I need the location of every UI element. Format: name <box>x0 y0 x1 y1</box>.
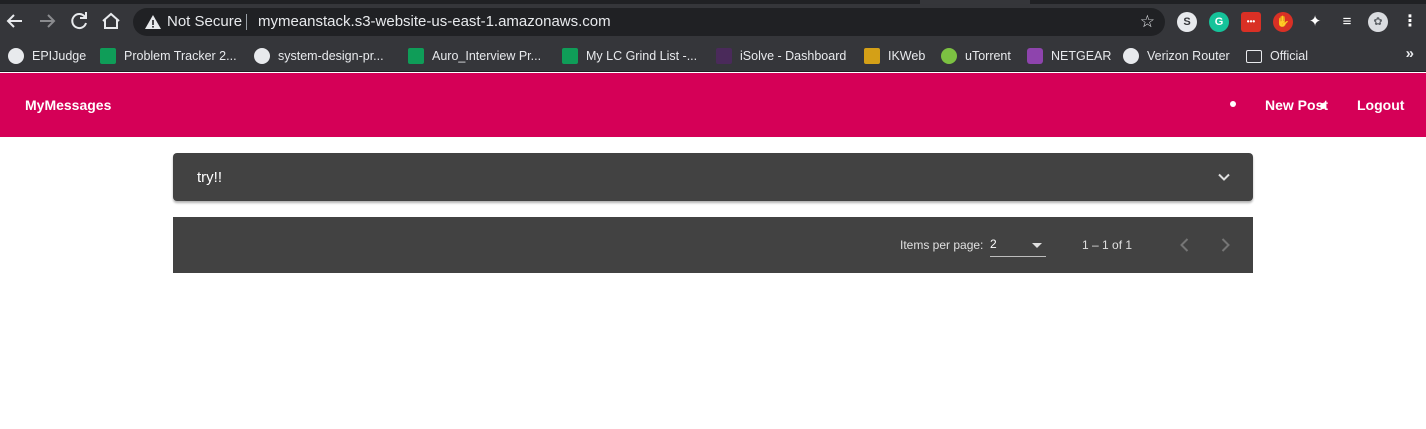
bookmark-verizon-router[interactable]: Verizon Router <box>1123 46 1230 66</box>
brand-title[interactable]: MyMessages <box>25 97 111 113</box>
app-toolbar: MyMessages New Post Logout <box>0 73 1426 137</box>
bookmark-label: Problem Tracker 2... <box>124 49 237 63</box>
utorrent-icon <box>941 48 957 64</box>
bookmark-label: EPIJudge <box>32 49 87 63</box>
sheets-icon <box>562 48 578 64</box>
home-icon[interactable] <box>99 9 123 33</box>
new-post-link[interactable]: New Post <box>1265 97 1328 113</box>
logout-link[interactable]: Logout <box>1357 97 1404 113</box>
folder-icon <box>1246 49 1262 63</box>
bookmark-label: NETGEAR <box>1051 49 1112 63</box>
bookmark-auro-interview[interactable]: Auro_Interview Pr... <box>408 46 541 66</box>
bookmark-label: Verizon Router <box>1147 49 1230 63</box>
bookmark-system-design[interactable]: system-design-pr... <box>254 46 384 66</box>
omnibox-divider <box>246 14 247 30</box>
security-label[interactable]: Not Secure <box>167 14 242 30</box>
media-control-icon[interactable]: ≡ <box>1337 12 1357 32</box>
bookmark-netgear[interactable]: NETGEAR <box>1027 46 1111 66</box>
bookmark-epijudge[interactable]: EPIJudge <box>8 46 86 66</box>
bookmark-lc-grind[interactable]: My LC Grind List -... <box>562 46 697 66</box>
indicator-dot <box>1320 103 1326 109</box>
grammarly-icon[interactable]: G <box>1209 12 1229 32</box>
chevron-down-icon[interactable] <box>1217 170 1231 184</box>
bookmark-utorrent[interactable]: uTorrent <box>941 46 1011 66</box>
reload-icon[interactable] <box>67 9 91 33</box>
bookmark-label: My LC Grind List -... <box>586 49 698 63</box>
page-size-select[interactable]: 2 <box>990 235 1046 257</box>
browser-toolbar: Not Secure mymeanstack.s3-website-us-eas… <box>0 0 1426 40</box>
github-icon <box>254 48 270 64</box>
bookmark-isolve[interactable]: iSolve - Dashboard <box>716 46 846 66</box>
bookmark-label: Auro_Interview Pr... <box>432 49 542 63</box>
adblock-icon[interactable]: ✋ <box>1273 12 1293 32</box>
menu-kebab-icon[interactable]: ⋮ <box>1400 12 1420 32</box>
page-size-value: 2 <box>990 237 997 251</box>
bookmark-problem-tracker[interactable]: Problem Tracker 2... <box>100 46 237 66</box>
bookmark-label: uTorrent <box>965 49 1011 63</box>
items-per-page-label: Items per page: <box>900 238 984 252</box>
tab-strip-edge <box>1030 0 1426 4</box>
forward-arrow-icon[interactable] <box>35 9 59 33</box>
netgear-icon <box>1027 48 1043 64</box>
url-text[interactable]: mymeanstack.s3-website-us-east-1.amazona… <box>258 14 611 30</box>
bookmark-label: Official <box>1270 49 1308 63</box>
dropdown-arrow-icon <box>1032 243 1042 248</box>
sheets-icon <box>100 48 116 64</box>
paginator: Items per page: 2 1 – 1 of 1 <box>173 217 1253 273</box>
bookmarks-bar: EPIJudge Problem Tracker 2... system-des… <box>0 40 1426 72</box>
address-bar[interactable]: Not Secure mymeanstack.s3-website-us-eas… <box>133 8 1165 36</box>
more-bookmarks-button[interactable]: » <box>1406 45 1414 62</box>
globe-icon <box>8 48 24 64</box>
previous-page-icon[interactable] <box>1174 234 1196 256</box>
extension-red-icon[interactable]: ••• <box>1241 12 1261 32</box>
globe-icon <box>1123 48 1139 64</box>
puzzle-icon[interactable]: ✦ <box>1305 12 1325 32</box>
bookmark-ikweb[interactable]: IKWeb <box>864 46 925 66</box>
sheets-icon <box>408 48 424 64</box>
bookmark-label: system-design-pr... <box>278 49 384 63</box>
next-page-icon[interactable] <box>1214 234 1236 256</box>
bookmark-folder-official[interactable]: Official <box>1246 46 1308 66</box>
star-icon[interactable]: ☆ <box>1140 11 1155 33</box>
bookmark-label: iSolve - Dashboard <box>740 49 847 63</box>
post-expansion-panel[interactable]: try!! <box>173 153 1253 201</box>
bookmark-label: IKWeb <box>888 49 926 63</box>
page-range-label: 1 – 1 of 1 <box>1082 238 1133 252</box>
back-arrow-icon[interactable] <box>3 9 27 33</box>
post-title: try!! <box>197 169 222 186</box>
profile-avatar[interactable]: ✿ <box>1368 12 1388 32</box>
isolve-icon <box>716 48 732 64</box>
ikweb-icon <box>864 48 880 64</box>
tab-strip-edge <box>0 0 920 4</box>
warning-icon[interactable] <box>144 13 162 31</box>
indicator-dot <box>1230 101 1236 107</box>
extension-s-icon[interactable]: S <box>1177 12 1197 32</box>
